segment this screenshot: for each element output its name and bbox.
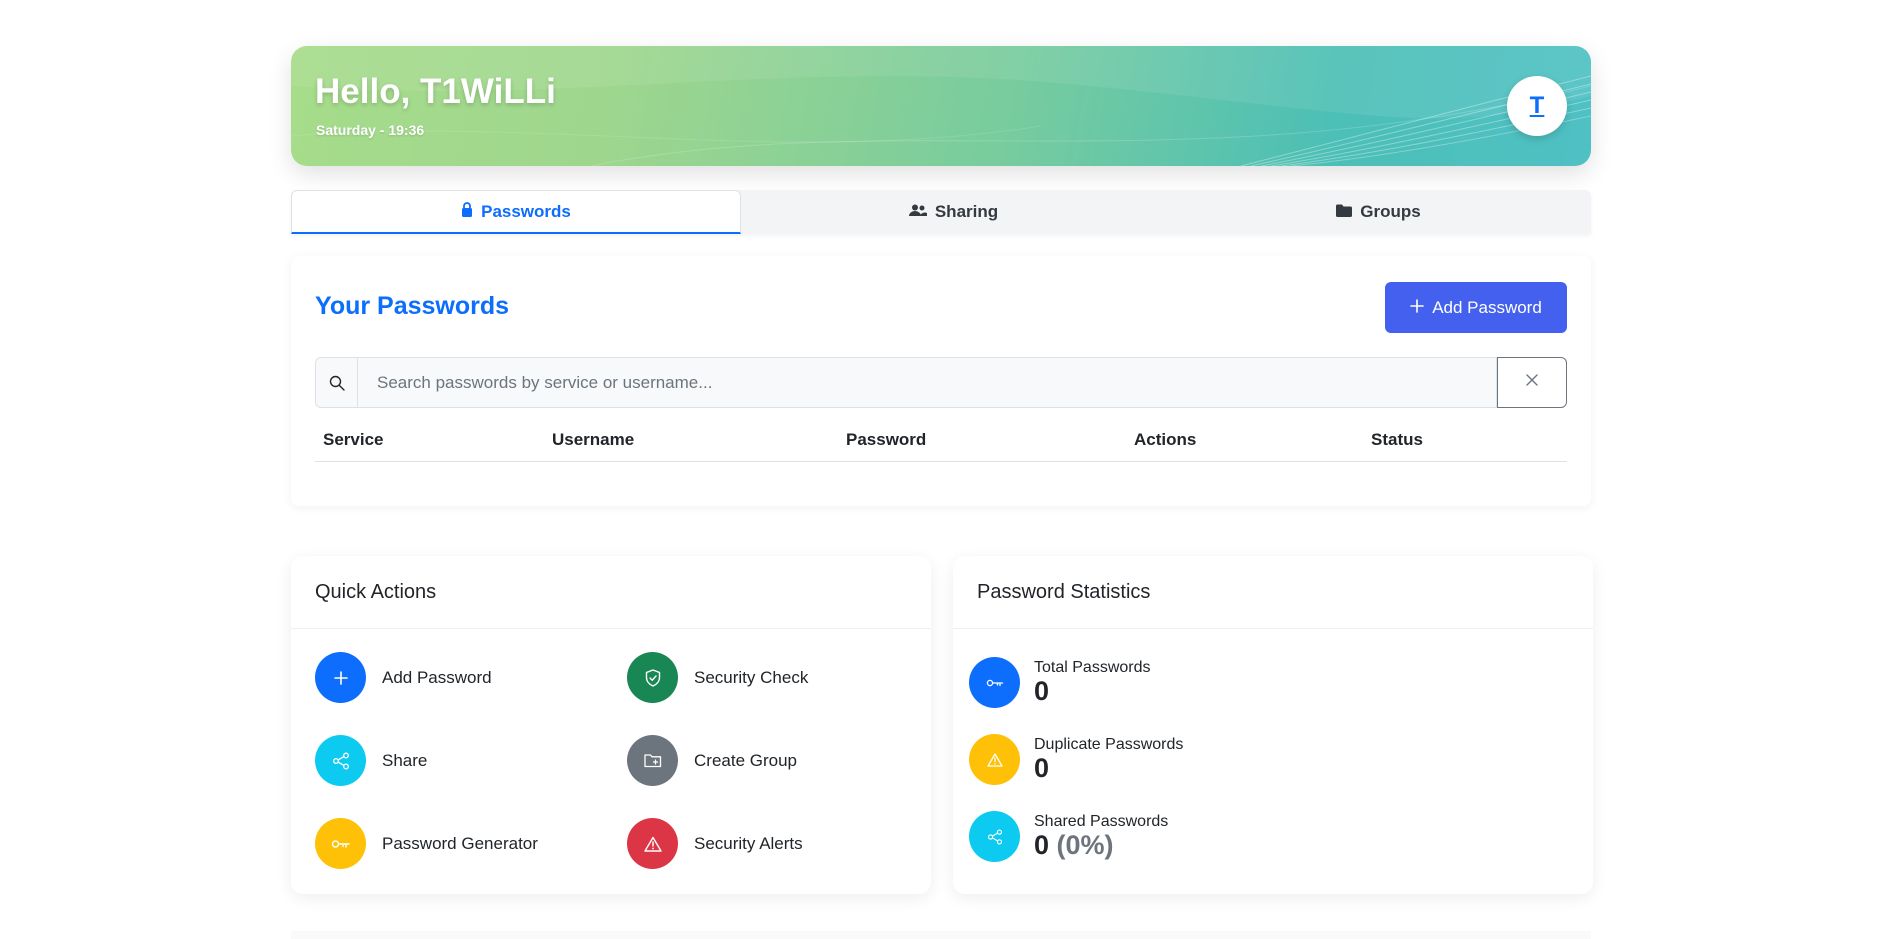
stat-value-percent: (0%) — [1056, 829, 1114, 860]
datetime-label: Saturday - 19:36 — [316, 122, 425, 138]
add-password-button[interactable]: Add Password — [1385, 282, 1567, 333]
page-footer-divider — [291, 931, 1591, 939]
quick-actions-title: Quick Actions — [291, 556, 931, 629]
column-header-password[interactable]: Password — [846, 430, 926, 450]
tab-passwords[interactable]: Passwords — [291, 190, 741, 234]
passwords-table-header: Service Username Password Actions Status — [315, 430, 1567, 462]
share-icon — [315, 735, 366, 786]
tab-sharing[interactable]: Sharing — [741, 190, 1166, 234]
warning-icon — [627, 818, 678, 869]
stat-value: 0 — [1034, 752, 1050, 783]
key-icon — [969, 657, 1020, 708]
lock-icon — [461, 201, 473, 222]
quick-action-add-password[interactable]: Add Password — [315, 652, 492, 703]
main-tabs: Passwords Sharing Groups — [291, 190, 1591, 234]
quick-action-security-alerts[interactable]: Security Alerts — [627, 818, 803, 869]
passwords-title: Your Passwords — [315, 292, 510, 320]
folder-plus-icon — [627, 735, 678, 786]
quick-action-label: Security Check — [694, 667, 809, 687]
welcome-banner: Hello, T1WiLLi Saturday - 19:36 T — [291, 46, 1591, 166]
search-icon — [315, 357, 357, 408]
stat-duplicate-passwords: Duplicate Passwords 0 — [969, 734, 1183, 785]
tab-passwords-label: Passwords — [481, 201, 571, 221]
quick-action-create-group[interactable]: Create Group — [627, 735, 797, 786]
stat-value: 0 — [1034, 675, 1050, 706]
column-header-username[interactable]: Username — [552, 430, 634, 450]
shield-check-icon — [627, 652, 678, 703]
password-statistics-title: Password Statistics — [953, 556, 1593, 629]
stat-label: Shared Passwords — [1034, 812, 1169, 830]
stat-label: Duplicate Passwords — [1034, 735, 1184, 753]
stat-total-passwords: Total Passwords 0 — [969, 657, 1151, 708]
close-icon — [1525, 373, 1539, 392]
quick-actions-card: Quick Actions Add Password Security Chec… — [291, 556, 931, 894]
users-icon — [908, 202, 927, 222]
search-input[interactable]: Search passwords by service or username.… — [357, 357, 1497, 408]
stat-value-number: 0 — [1034, 829, 1050, 860]
avatar[interactable]: T — [1507, 76, 1567, 136]
quick-action-label: Create Group — [694, 750, 797, 770]
clear-search-button[interactable] — [1497, 357, 1567, 408]
quick-action-password-generator[interactable]: Password Generator — [315, 818, 538, 869]
quick-action-share[interactable]: Share — [315, 735, 427, 786]
stat-label: Total Passwords — [1034, 658, 1151, 676]
quick-action-label: Security Alerts — [694, 833, 803, 853]
tab-groups[interactable]: Groups — [1166, 190, 1591, 234]
passwords-card: Your Passwords Add Password Search passw… — [291, 256, 1591, 506]
tab-sharing-label: Sharing — [934, 202, 999, 221]
quick-action-label: Password Generator — [382, 833, 538, 853]
folder-icon — [1336, 202, 1353, 222]
column-header-service[interactable]: Service — [323, 430, 384, 450]
quick-action-security-check[interactable]: Security Check — [627, 652, 808, 703]
password-statistics-card: Password Statistics Total Passwords 0 Du… — [953, 556, 1593, 894]
app-container: Hello, T1WiLLi Saturday - 19:36 T Passwo… — [291, 46, 1593, 939]
add-password-button-label: Add Password — [1432, 297, 1542, 317]
column-header-status[interactable]: Status — [1371, 430, 1423, 450]
quick-action-label: Add Password — [382, 667, 492, 687]
share-icon — [969, 811, 1020, 862]
stat-shared-passwords: Shared Passwords 0 (0%) — [969, 811, 1168, 862]
column-header-actions: Actions — [1134, 430, 1197, 449]
tab-groups-label: Groups — [1360, 202, 1421, 221]
warning-icon — [969, 734, 1020, 785]
greeting-title: Hello, T1WiLLi — [315, 72, 556, 111]
quick-action-label: Share — [382, 750, 428, 770]
plus-icon — [1410, 298, 1424, 318]
search-bar: Search passwords by service or username.… — [315, 357, 1567, 408]
key-icon — [315, 818, 366, 869]
stat-value: 0 (0%) — [1034, 829, 1168, 861]
plus-icon — [315, 652, 366, 703]
